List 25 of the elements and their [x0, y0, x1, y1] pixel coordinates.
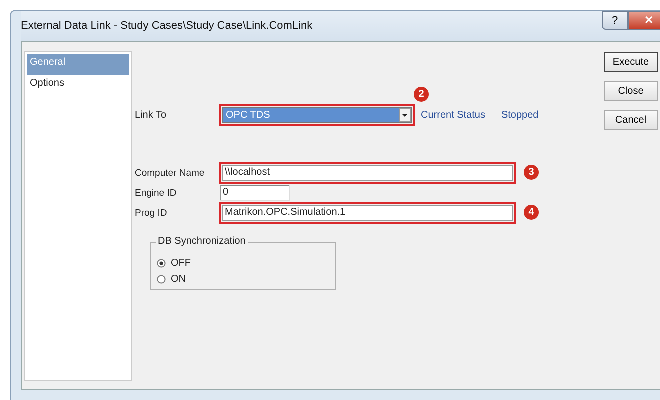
- help-button[interactable]: ?: [602, 11, 628, 30]
- field-label: Link To: [134, 110, 168, 120]
- dialog-button[interactable]: Close: [604, 81, 658, 101]
- radio-label: OFF: [171, 258, 191, 268]
- status-label: Current Status: [421, 110, 486, 120]
- dropdown-value: OPC TDS: [225, 110, 270, 120]
- input-field[interactable]: \\localhost: [222, 165, 513, 181]
- input-field[interactable]: 0: [220, 185, 290, 201]
- sidebar-item[interactable]: Options: [27, 75, 129, 96]
- radio-button[interactable]: [157, 274, 166, 284]
- group-title: DB Synchronization: [156, 236, 248, 247]
- field-label: Prog ID: [134, 208, 168, 218]
- radio-button[interactable]: [157, 258, 166, 268]
- caret-icon: [399, 108, 411, 122]
- field-label: Engine ID: [134, 188, 178, 198]
- dialog-button[interactable]: Execute: [604, 52, 658, 72]
- dialog-button[interactable]: Cancel: [604, 110, 658, 130]
- radio-label: ON: [171, 274, 186, 284]
- status-value: Stopped: [501, 110, 539, 120]
- input-field[interactable]: Matrikon.OPC.Simulation.1: [222, 205, 513, 221]
- field-label: Computer Name: [134, 168, 206, 178]
- callout-badge: 3: [524, 165, 539, 180]
- callout-badge: 4: [524, 205, 539, 220]
- window-title: External Data Link - Study Cases\Study Case\Link.ComLink: [21, 20, 313, 32]
- callout-badge: 2: [414, 87, 429, 102]
